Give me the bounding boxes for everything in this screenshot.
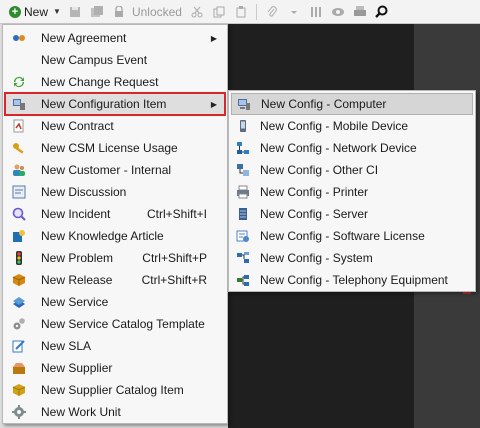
configuration-item-icon [11,96,27,112]
menu-item-new-change-request[interactable]: New Change Request [5,71,225,93]
new-button[interactable]: + New ▼ [6,3,64,21]
menu-item-new-agreement[interactable]: New Agreement ▶ [5,27,225,49]
print-icon[interactable] [353,5,367,19]
knowledge-article-icon [11,228,27,244]
submenu-item-config-network-device[interactable]: New Config - Network Device [231,137,473,159]
menu-item-new-knowledge-article[interactable]: New Knowledge Article [5,225,225,247]
license-usage-icon [11,140,27,156]
agreement-icon [11,30,27,46]
submenu-item-config-system[interactable]: New Config - System [231,247,473,269]
computer-icon [236,96,252,112]
menu-item-new-work-unit[interactable]: New Work Unit [5,401,225,423]
menu-item-new-contract[interactable]: New Contract [5,115,225,137]
network-device-icon [235,140,251,156]
new-dropdown-menu: New Agreement ▶ New Campus Event New Cha… [2,24,228,424]
menu-item-new-sla[interactable]: New SLA [5,335,225,357]
campus-event-icon [11,52,27,68]
work-unit-icon [11,404,27,420]
sla-icon [11,338,27,354]
system-icon [235,250,251,266]
submenu-item-config-telephony-equipment[interactable]: New Config - Telephony Equipment [231,269,473,291]
server-icon [235,206,251,222]
contract-icon [11,118,27,134]
dropdown-caret-icon[interactable] [287,5,301,19]
submenu-item-config-mobile-device[interactable]: New Config - Mobile Device [231,115,473,137]
menu-item-new-service[interactable]: New Service [5,291,225,313]
other-ci-icon [235,162,251,178]
menu-item-new-service-catalog-template[interactable]: New Service Catalog Template [5,313,225,335]
mobile-device-icon [235,118,251,134]
release-icon [11,272,27,288]
submenu-item-config-server[interactable]: New Config - Server [231,203,473,225]
catalog-template-icon [11,316,27,332]
service-icon [11,294,27,310]
menu-item-new-customer-internal[interactable]: New Customer - Internal [5,159,225,181]
paste-icon[interactable] [234,5,248,19]
copy-icon[interactable] [212,5,226,19]
software-license-icon [235,228,251,244]
change-request-icon [11,74,27,90]
printer-icon [235,184,251,200]
problem-icon [11,250,27,266]
columns-icon[interactable] [309,5,323,19]
submenu-item-config-software-license[interactable]: New Config - Software License [231,225,473,247]
menu-item-new-campus-event[interactable]: New Campus Event [5,49,225,71]
toolbar: + New ▼ Unlocked [0,0,480,24]
customer-icon [11,162,27,178]
telephony-icon [235,272,251,288]
supplier-icon [11,360,27,376]
lock-icon [112,5,126,19]
discussion-icon [11,184,27,200]
new-button-label: New [24,4,49,19]
menu-item-new-problem[interactable]: New Problem Ctrl+Shift+P [5,247,225,269]
menu-item-new-release[interactable]: New Release Ctrl+Shift+R [5,269,225,291]
save-all-icon[interactable] [90,5,104,19]
menu-item-new-supplier[interactable]: New Supplier [5,357,225,379]
toolbar-separator [255,3,257,20]
menu-item-new-csm-license-usage[interactable]: New CSM License Usage [5,137,225,159]
configuration-item-submenu: New Config - Computer New Config - Mobil… [228,90,476,292]
dropdown-caret-icon[interactable]: ▼ [53,7,61,16]
view-icon[interactable] [331,5,345,19]
search-icon[interactable] [375,5,389,19]
menu-item-new-configuration-item[interactable]: New Configuration Item ▶ [4,92,226,116]
submenu-arrow-icon: ▶ [210,99,217,109]
attach-icon[interactable] [265,5,279,19]
unlocked-label: Unlocked [131,4,182,19]
submenu-arrow-icon: ▶ [210,33,217,43]
menu-item-new-supplier-catalog-item[interactable]: New Supplier Catalog Item [5,379,225,401]
menu-item-new-incident[interactable]: New Incident Ctrl+Shift+I [5,203,225,225]
submenu-item-config-computer[interactable]: New Config - Computer [231,93,473,115]
incident-icon [11,206,27,222]
submenu-item-config-other-ci[interactable]: New Config - Other CI [231,159,473,181]
supplier-catalog-icon [11,382,27,398]
submenu-item-config-printer[interactable]: New Config - Printer [231,181,473,203]
save-icon[interactable] [68,5,82,19]
menu-item-new-discussion[interactable]: New Discussion [5,181,225,203]
new-plus-icon: + [9,5,21,18]
cut-icon[interactable] [190,5,204,19]
